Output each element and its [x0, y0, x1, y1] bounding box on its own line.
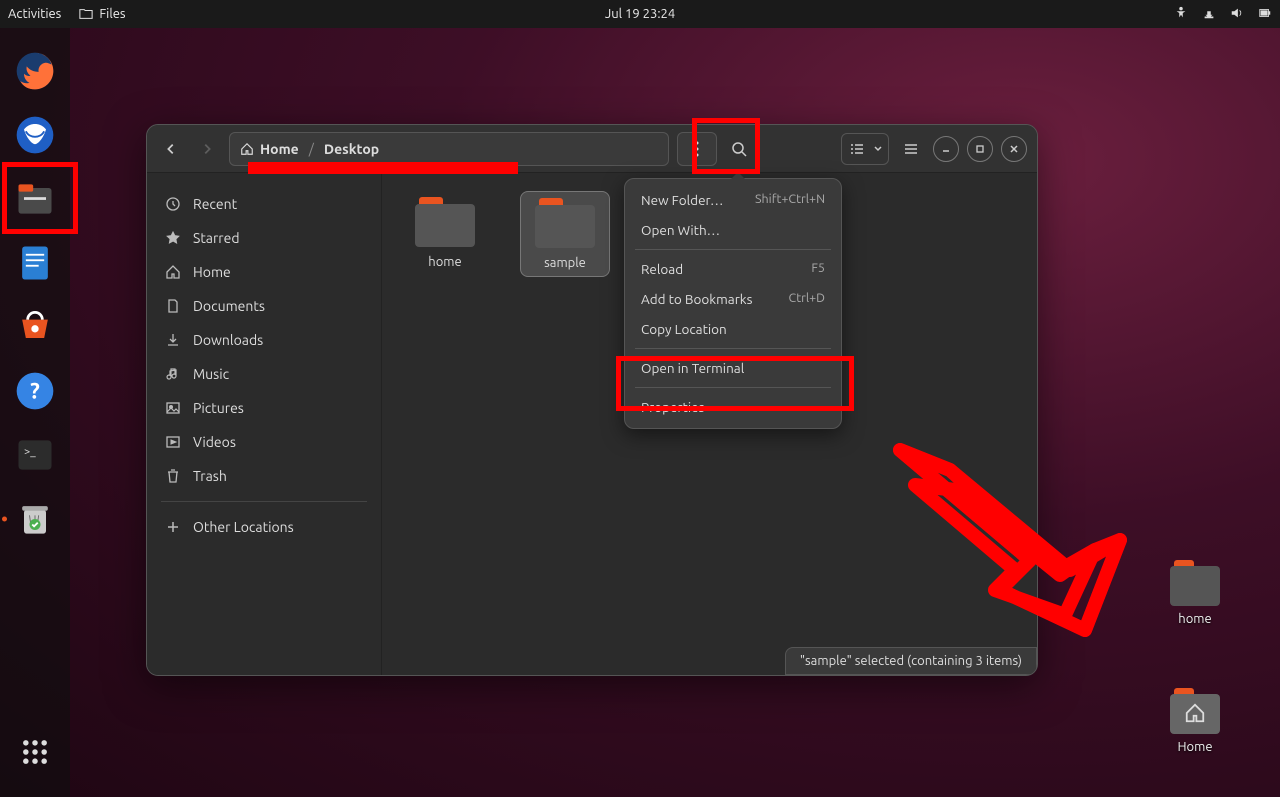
- folder-icon: [535, 198, 595, 248]
- svg-text:?: ?: [30, 378, 40, 403]
- menu-new-folder[interactable]: New Folder… Shift+Ctrl+N: [625, 185, 841, 215]
- menu-add-bookmarks[interactable]: Add to Bookmarks Ctrl+D: [625, 284, 841, 314]
- current-app-indicator[interactable]: Files: [79, 7, 125, 21]
- hamburger-menu-button[interactable]: [897, 135, 925, 163]
- view-mode-list[interactable]: [841, 133, 889, 165]
- menu-properties[interactable]: Properties: [625, 392, 841, 422]
- dock-item-thunderbird[interactable]: [10, 110, 60, 160]
- accessibility-icon[interactable]: [1174, 6, 1188, 23]
- sidebar-item-music[interactable]: Music: [157, 357, 371, 391]
- dock: ? >_: [0, 28, 70, 797]
- path-bar[interactable]: Home / Desktop: [229, 132, 669, 166]
- sidebar-item-recent[interactable]: Recent: [157, 187, 371, 221]
- desktop-icon-label: Home: [1160, 740, 1230, 754]
- activities-button[interactable]: Activities: [8, 7, 61, 21]
- status-bar: "sample" selected (containing 3 items): [785, 647, 1037, 675]
- dock-item-terminal[interactable]: >_: [10, 430, 60, 480]
- clock[interactable]: Jul 19 23:24: [605, 7, 675, 21]
- menu-separator: [635, 348, 831, 349]
- breadcrumb-home[interactable]: Home: [240, 141, 299, 157]
- search-button[interactable]: [725, 135, 753, 163]
- search-icon: [731, 141, 747, 157]
- folder-home[interactable]: home: [400, 191, 490, 275]
- minimize-button[interactable]: [933, 136, 959, 162]
- breadcrumb-separator: /: [309, 141, 314, 157]
- sidebar-item-trash[interactable]: Trash: [157, 459, 371, 493]
- desktop-link-home[interactable]: Home: [1160, 688, 1230, 754]
- desktop-icon-label: home: [1160, 612, 1230, 626]
- folder-sample[interactable]: sample: [520, 191, 610, 277]
- dock-item-software[interactable]: [10, 302, 60, 352]
- volume-icon[interactable]: [1230, 6, 1244, 23]
- maximize-button[interactable]: [967, 136, 993, 162]
- folder-icon: [79, 7, 93, 21]
- window-header: Home / Desktop: [147, 125, 1037, 173]
- sidebar-item-videos[interactable]: Videos: [157, 425, 371, 459]
- menu-open-terminal[interactable]: Open in Terminal: [625, 353, 841, 383]
- dock-item-help[interactable]: ?: [10, 366, 60, 416]
- menu-icon: [903, 141, 919, 157]
- dock-item-libreoffice[interactable]: [10, 238, 60, 288]
- sidebar-separator: [161, 501, 367, 502]
- sidebar-item-other-locations[interactable]: Other Locations: [157, 510, 371, 544]
- list-icon: [849, 141, 865, 157]
- sidebar-item-starred[interactable]: Starred: [157, 221, 371, 255]
- sidebar: Recent Starred Home Documents Downloads …: [147, 173, 382, 675]
- dock-item-trash[interactable]: [10, 494, 60, 544]
- menu-reload[interactable]: Reload F5: [625, 254, 841, 284]
- folder-icon: [415, 197, 475, 247]
- location-options-button[interactable]: [677, 132, 717, 166]
- menu-separator: [635, 387, 831, 388]
- close-button[interactable]: [1001, 136, 1027, 162]
- kebab-icon: [695, 141, 699, 157]
- home-icon: [240, 142, 254, 156]
- breadcrumb-desktop[interactable]: Desktop: [324, 141, 379, 157]
- current-app-label: Files: [99, 7, 125, 21]
- svg-text:>_: >_: [24, 446, 36, 458]
- menu-open-with[interactable]: Open With…: [625, 215, 841, 245]
- sidebar-item-home[interactable]: Home: [157, 255, 371, 289]
- menu-copy-location[interactable]: Copy Location: [625, 314, 841, 344]
- sidebar-item-pictures[interactable]: Pictures: [157, 391, 371, 425]
- location-context-menu: New Folder… Shift+Ctrl+N Open With… Relo…: [624, 178, 842, 429]
- sidebar-item-documents[interactable]: Documents: [157, 289, 371, 323]
- files-window: Home / Desktop Recent Starred Home Docum…: [146, 124, 1038, 676]
- back-button[interactable]: [157, 135, 185, 163]
- show-applications-button[interactable]: [10, 727, 60, 777]
- dock-item-firefox[interactable]: [10, 46, 60, 96]
- network-icon[interactable]: [1202, 6, 1216, 23]
- chevron-down-icon[interactable]: [870, 144, 886, 154]
- dock-item-files[interactable]: [10, 174, 60, 224]
- top-bar: Activities Files Jul 19 23:24: [0, 0, 1280, 28]
- desktop-folder-home[interactable]: home: [1160, 560, 1230, 626]
- menu-separator: [635, 249, 831, 250]
- sidebar-item-downloads[interactable]: Downloads: [157, 323, 371, 357]
- battery-icon[interactable]: [1258, 6, 1272, 23]
- forward-button[interactable]: [193, 135, 221, 163]
